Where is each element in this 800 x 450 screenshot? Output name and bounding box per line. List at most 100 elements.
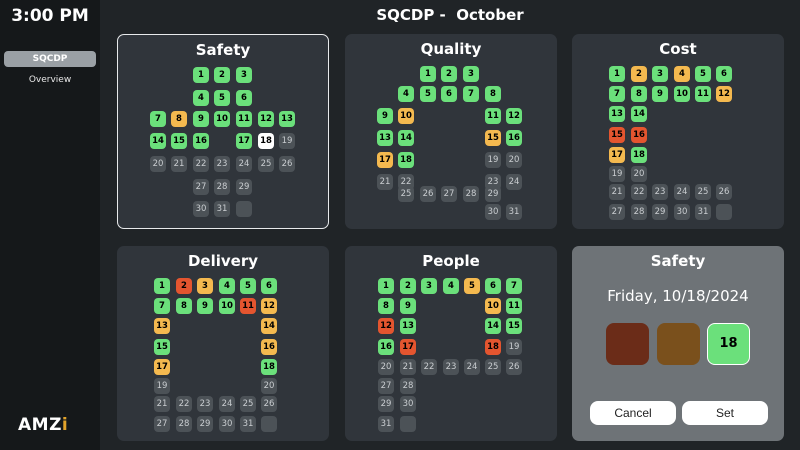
day-cell-15[interactable]: 15 [609,127,625,143]
day-cell-9[interactable]: 9 [652,86,668,102]
day-cell-10[interactable]: 10 [674,86,690,102]
day-cell-31[interactable]: 31 [240,416,256,432]
day-cell-5[interactable]: 5 [464,278,480,294]
day-cell-1[interactable]: 1 [154,278,170,294]
day-cell-25[interactable]: 25 [695,184,711,200]
day-cell-25[interactable]: 25 [258,156,274,172]
day-cell-27[interactable]: 27 [193,179,209,195]
day-cell-6[interactable]: 6 [485,278,501,294]
day-cell-12[interactable]: 12 [716,86,732,102]
day-cell-20[interactable]: 20 [261,378,277,394]
day-cell-5[interactable]: 5 [420,86,436,102]
day-cell-2[interactable]: 2 [441,66,457,82]
day-cell-23[interactable]: 23 [197,396,213,412]
day-cell-2[interactable]: 2 [631,66,647,82]
day-cell-14[interactable]: 14 [150,133,166,149]
day-cell-19[interactable]: 19 [485,152,501,168]
day-cell-6[interactable]: 6 [236,90,252,106]
day-cell-7[interactable]: 7 [463,86,479,102]
day-cell-26[interactable]: 26 [420,186,436,202]
day-cell-11[interactable]: 11 [695,86,711,102]
day-cell-20[interactable]: 20 [631,166,647,182]
day-cell-11[interactable]: 11 [240,298,256,314]
set-button[interactable]: Set [682,401,768,425]
day-cell-8[interactable]: 8 [171,111,187,127]
day-cell-18[interactable]: 18 [485,339,501,355]
day-cell-17[interactable]: 17 [154,359,170,375]
day-cell-28[interactable]: 28 [214,179,230,195]
day-cell-21[interactable]: 21 [171,156,187,172]
day-cell-25[interactable]: 25 [398,186,414,202]
day-cell-13[interactable]: 13 [609,106,625,122]
day-cell-16[interactable]: 16 [193,133,209,149]
day-cell-26[interactable]: 26 [716,184,732,200]
day-cell-20[interactable]: 20 [378,359,394,375]
status-yellow-option[interactable] [657,323,700,365]
day-cell-11[interactable]: 11 [506,298,522,314]
day-cell-29[interactable]: 29 [652,204,668,220]
day-cell-11[interactable]: 11 [485,108,501,124]
day-cell-22[interactable]: 22 [421,359,437,375]
day-cell-28[interactable]: 28 [400,378,416,394]
day-cell-2[interactable]: 2 [176,278,192,294]
panel-cost[interactable]: Cost 1 2 3 4 5 6 7 8 9 10 11 12 13 14 15 16 17 18 19 20 21 22 2… [572,34,784,229]
day-cell-14[interactable]: 14 [631,106,647,122]
day-cell-5[interactable]: 5 [214,90,230,106]
panel-people[interactable]: People 1 2 3 4 5 6 7 8 9 10 11 12 13 14 15 16 17 18 19 20 21 2… [345,246,557,441]
day-cell-17[interactable]: 17 [377,152,393,168]
panel-safety[interactable]: Safety 1 2 3 4 5 6 7 8 9 10 11 12 13 14 15 16 17 18 19 20 21 2… [117,34,329,229]
day-cell-18[interactable]: 18 [261,359,277,375]
day-cell-6[interactable]: 6 [716,66,732,82]
day-cell-15[interactable]: 15 [485,130,501,146]
day-cell-27[interactable]: 27 [609,204,625,220]
day-cell-6[interactable]: 6 [261,278,277,294]
day-cell-1[interactable]: 1 [609,66,625,82]
day-cell-29[interactable]: 29 [378,396,394,412]
nav-item-sqcdp[interactable]: SQCDP [4,51,96,67]
day-cell-30[interactable]: 30 [193,201,209,217]
day-cell-24[interactable]: 24 [506,174,522,190]
day-cell-12[interactable]: 12 [378,318,394,334]
day-cell-21[interactable]: 21 [154,396,170,412]
day-cell-21[interactable]: 21 [400,359,416,375]
day-cell-31[interactable]: 31 [378,416,394,432]
day-cell-15[interactable]: 15 [506,318,522,334]
day-cell-3[interactable]: 3 [421,278,437,294]
day-cell-16[interactable]: 16 [261,339,277,355]
panel-quality[interactable]: Quality 1 2 3 4 5 6 7 8 9 10 11 12 13 14 15 16 17 18 19 20 21… [345,34,557,229]
day-cell-30[interactable]: 30 [400,396,416,412]
day-cell-17[interactable]: 17 [400,339,416,355]
day-cell-27[interactable]: 27 [441,186,457,202]
day-cell-3[interactable]: 3 [236,67,252,83]
day-cell-7[interactable]: 7 [154,298,170,314]
day-cell-20[interactable]: 20 [506,152,522,168]
day-cell-24[interactable]: 24 [236,156,252,172]
day-cell-23[interactable]: 23 [443,359,459,375]
day-cell-24[interactable]: 24 [674,184,690,200]
day-cell-14[interactable]: 14 [485,318,501,334]
day-cell-12[interactable]: 12 [258,111,274,127]
status-green-option[interactable]: 18 [707,323,750,365]
day-cell-20[interactable]: 20 [150,156,166,172]
panel-delivery[interactable]: Delivery 1 2 3 4 5 6 7 8 9 10 11 12 13 14 15 16 17 18 19 20 2… [117,246,329,441]
day-cell-3[interactable]: 3 [463,66,479,82]
day-cell-8[interactable]: 8 [378,298,394,314]
day-cell-8[interactable]: 8 [631,86,647,102]
day-cell-26[interactable]: 26 [506,359,522,375]
day-cell-27[interactable]: 27 [378,378,394,394]
day-cell-25[interactable]: 25 [240,396,256,412]
day-cell-21[interactable]: 21 [377,174,393,190]
day-cell-13[interactable]: 13 [400,318,416,334]
day-cell-10[interactable]: 10 [214,111,230,127]
day-cell-13[interactable]: 13 [377,130,393,146]
day-cell-19[interactable]: 19 [279,133,295,149]
day-cell-22[interactable]: 22 [193,156,209,172]
day-cell-31[interactable]: 31 [695,204,711,220]
day-cell-2[interactable]: 2 [400,278,416,294]
day-cell-28[interactable]: 28 [463,186,479,202]
day-cell-8[interactable]: 8 [485,86,501,102]
day-cell-18[interactable]: 18 [258,133,274,149]
day-cell-5[interactable]: 5 [240,278,256,294]
status-red-option[interactable] [606,323,649,365]
day-cell-1[interactable]: 1 [420,66,436,82]
